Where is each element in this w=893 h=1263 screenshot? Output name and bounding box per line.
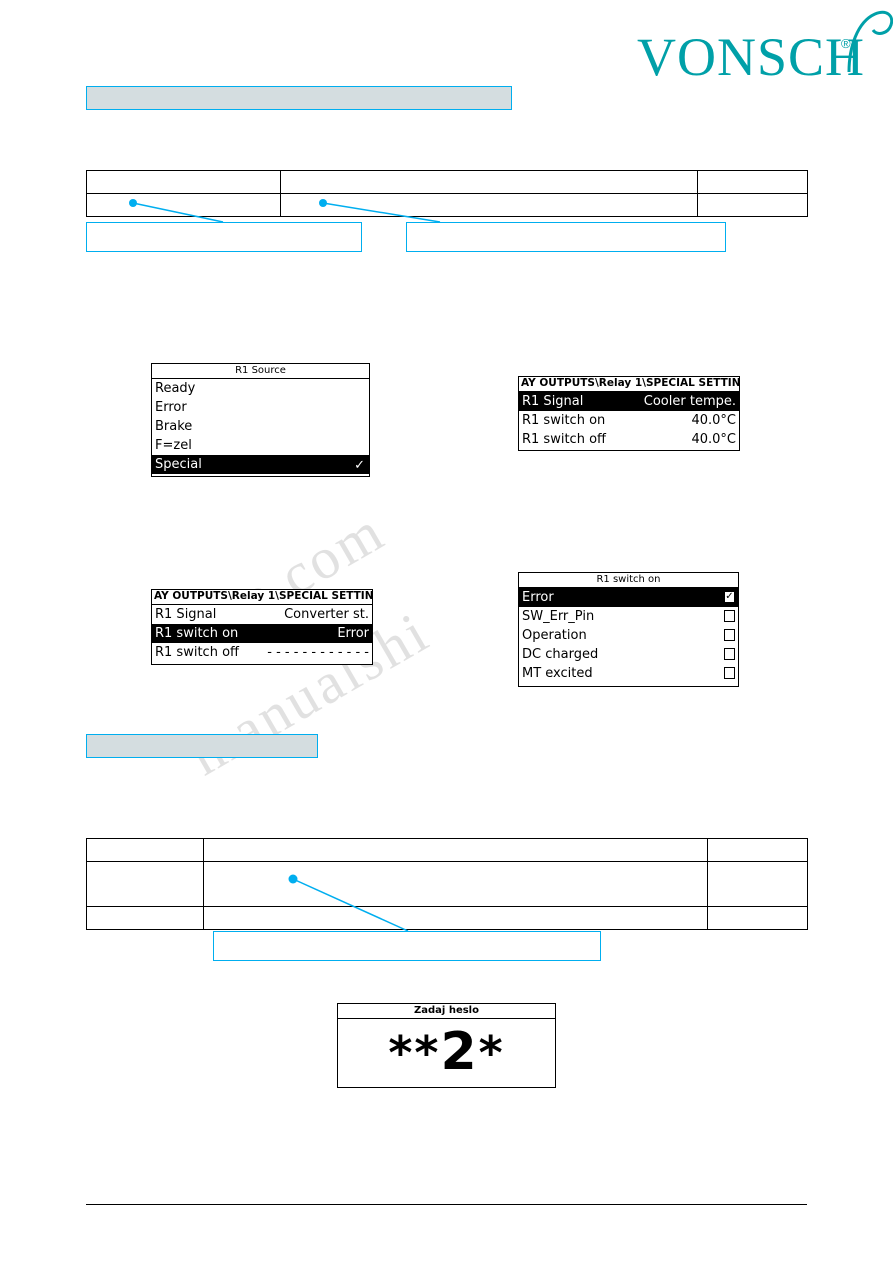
setting-row[interactable]: R1 switch off 40.0°C	[519, 430, 739, 449]
table-row	[86, 838, 808, 862]
table-cell	[86, 838, 204, 862]
list-item-label: SW_Err_Pin	[522, 609, 595, 624]
logo-wordmark: VONSCH	[637, 27, 866, 87]
list-item[interactable]: Ready	[152, 379, 369, 398]
callout-box-2	[406, 222, 726, 252]
table-cell	[707, 861, 808, 907]
screen-title: R1 switch on	[519, 573, 738, 588]
document-page: ve.com manualshi VONSCH ® R1 Source Read…	[0, 0, 893, 1263]
setting-label: R1 Signal	[155, 607, 217, 622]
list-item-label: Operation	[522, 628, 587, 643]
setting-label: R1 switch on	[522, 413, 606, 428]
screen-r1-source: R1 Source Ready Error Brake F=zel Specia…	[151, 363, 370, 477]
check-icon: ✓	[354, 458, 365, 473]
screen-title: Zadaj heslo	[338, 1004, 555, 1019]
table-row	[86, 861, 808, 907]
password-field[interactable]: **2*	[338, 1019, 555, 1086]
list-item[interactable]: F=zel	[152, 436, 369, 455]
list-item-label: MT excited	[522, 666, 593, 681]
table-cell	[280, 170, 698, 194]
screen-special-setting-r1-b: AY OUTPUTS\Relay 1\SPECIAL SETTING R1 R1…	[151, 589, 373, 665]
setting-row[interactable]: R1 Signal Converter st.	[152, 605, 372, 624]
list-item[interactable]: MT excited	[519, 664, 738, 683]
list-item-label: Special	[155, 457, 202, 472]
footer-divider	[86, 1204, 807, 1205]
table-cell	[86, 170, 281, 194]
parameter-table-2	[86, 838, 808, 930]
checkbox-icon[interactable]	[724, 667, 735, 679]
checkbox-icon[interactable]	[724, 648, 735, 660]
setting-value: Cooler tempe.	[643, 394, 736, 409]
list-item-label: F=zel	[155, 438, 192, 453]
password-char-4: *	[478, 1026, 505, 1080]
setting-value: 40.0°C	[691, 413, 736, 428]
list-item[interactable]: SW_Err_Pin	[519, 607, 738, 626]
table-cell	[86, 906, 204, 930]
logo-registered-mark: ®	[841, 36, 851, 51]
checkbox-checked-icon[interactable]: ✓	[724, 591, 735, 603]
setting-row-selected[interactable]: R1 Signal Cooler tempe.	[519, 392, 739, 411]
checkbox-icon[interactable]	[724, 610, 735, 622]
table-cell	[707, 838, 808, 862]
setting-row[interactable]: R1 switch off - - - - - - - - - - - -	[152, 643, 372, 662]
list-item-selected[interactable]: Error ✓	[519, 588, 738, 607]
setting-value: Error	[337, 626, 369, 641]
screen-r1-switch-on: R1 switch on Error ✓ SW_Err_Pin Operatio…	[518, 572, 739, 687]
checkbox-icon[interactable]	[724, 629, 735, 641]
table-row	[86, 193, 808, 217]
callout-box-1	[86, 222, 362, 252]
table-cell	[707, 906, 808, 930]
section-heading-2	[86, 734, 318, 758]
list-item-label: Ready	[155, 381, 196, 396]
table-row	[86, 170, 808, 194]
section-heading-1	[86, 86, 512, 110]
list-item-label: Error	[522, 590, 554, 605]
list-item-label: Brake	[155, 419, 193, 434]
list-item[interactable]: DC charged	[519, 645, 738, 664]
table-cell	[697, 193, 808, 217]
screen-special-setting-r1-a: AY OUTPUTS\Relay 1\SPECIAL SETTING R1 R1…	[518, 376, 740, 451]
password-char-1: *	[388, 1026, 415, 1080]
parameter-table-1	[86, 170, 808, 217]
table-cell	[280, 193, 698, 217]
table-cell	[203, 906, 708, 930]
password-char-3-active: 2	[440, 1022, 479, 1082]
table-cell	[86, 193, 281, 217]
list-item-label: DC charged	[522, 647, 599, 662]
setting-label: R1 Signal	[522, 394, 584, 409]
table-cell	[203, 838, 708, 862]
table-cell	[203, 861, 708, 907]
list-item[interactable]: Operation	[519, 626, 738, 645]
list-item[interactable]: Error	[152, 398, 369, 417]
callout-box-3	[213, 931, 601, 961]
password-char-2: *	[414, 1026, 441, 1080]
table-row	[86, 906, 808, 930]
setting-label: R1 switch off	[522, 432, 606, 447]
screen-password-entry: Zadaj heslo **2*	[337, 1003, 556, 1088]
table-cell	[86, 861, 204, 907]
screen-title: R1 Source	[152, 364, 369, 379]
screen-title: AY OUTPUTS\Relay 1\SPECIAL SETTING R1	[152, 590, 372, 605]
setting-value: - - - - - - - - - - - -	[267, 645, 369, 660]
setting-label: R1 switch off	[155, 645, 239, 660]
setting-value: 40.0°C	[691, 432, 736, 447]
list-item[interactable]: Brake	[152, 417, 369, 436]
vonsch-logo: VONSCH ®	[637, 8, 893, 88]
setting-row[interactable]: R1 switch on 40.0°C	[519, 411, 739, 430]
table-cell	[697, 170, 808, 194]
setting-row-selected[interactable]: R1 switch on Error	[152, 624, 372, 643]
setting-label: R1 switch on	[155, 626, 239, 641]
list-item-selected[interactable]: Special ✓	[152, 455, 369, 474]
list-item-label: Error	[155, 400, 187, 415]
screen-title: AY OUTPUTS\Relay 1\SPECIAL SETTING R1	[519, 377, 739, 392]
setting-value: Converter st.	[284, 607, 369, 622]
